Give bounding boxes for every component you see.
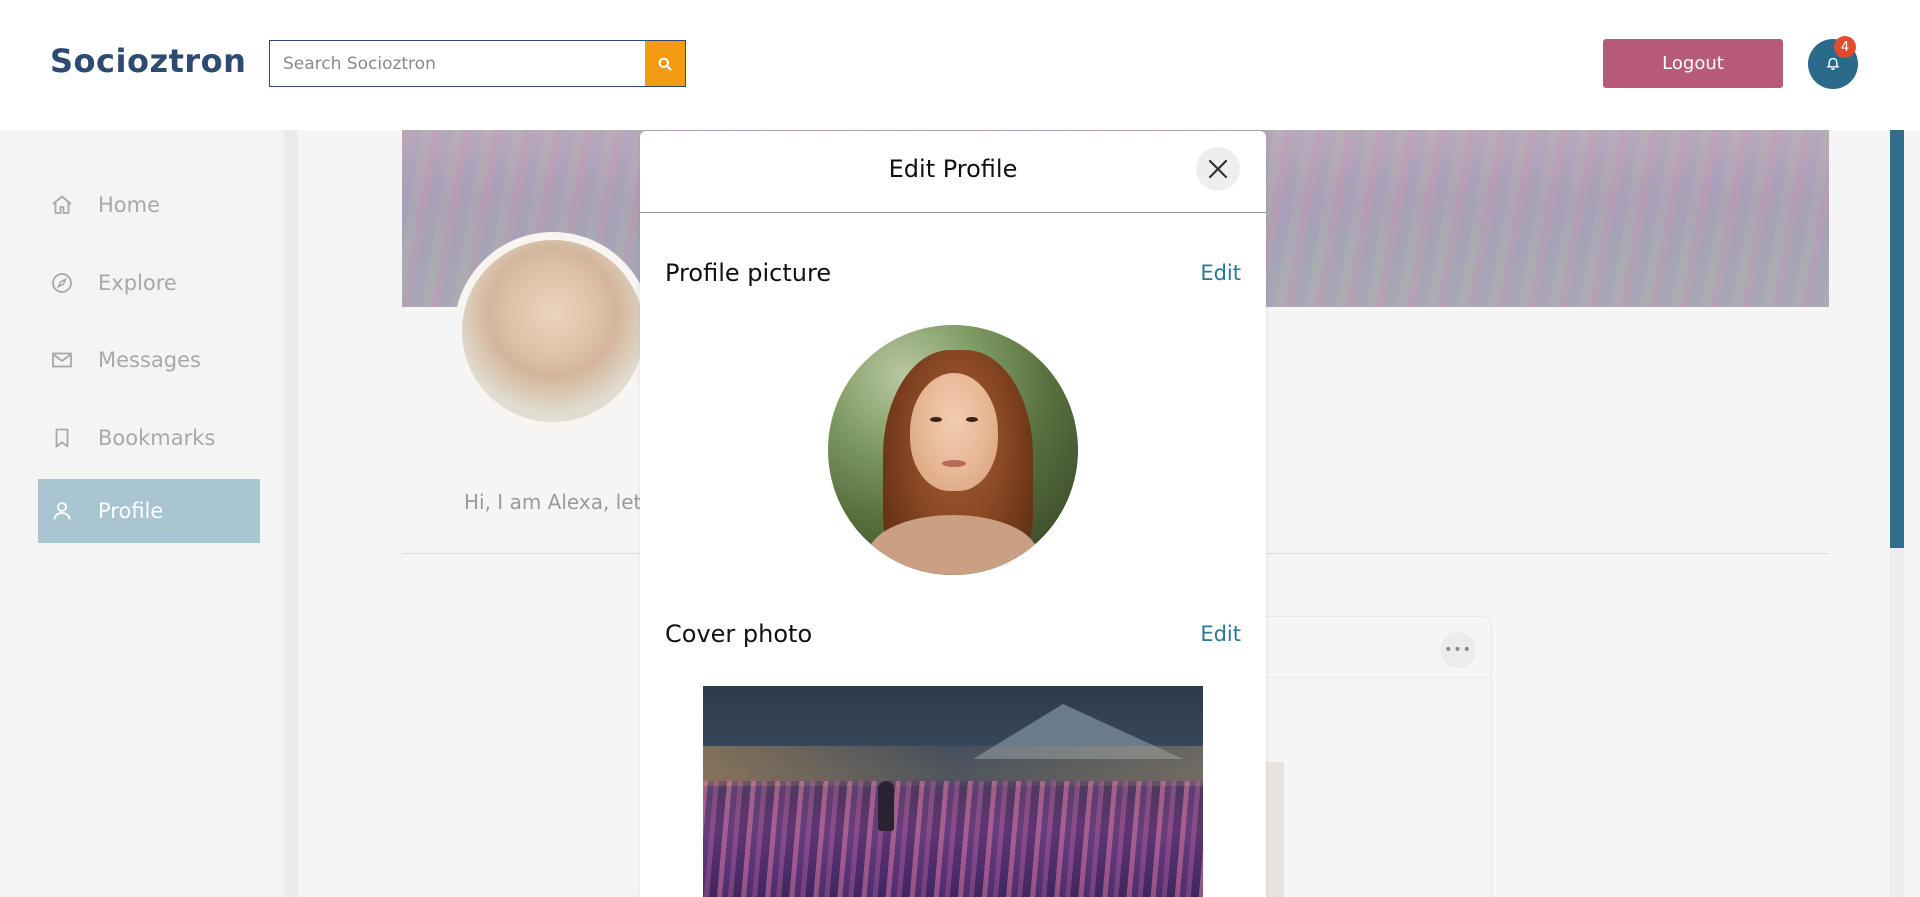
compass-icon bbox=[50, 271, 86, 295]
sidebar-item-messages[interactable]: Messages bbox=[38, 328, 260, 392]
sidebar-item-bookmarks[interactable]: Bookmarks bbox=[38, 406, 260, 470]
top-header: Socioztron Logout 4 bbox=[0, 0, 1920, 130]
bell-icon bbox=[1826, 57, 1840, 70]
scrollbar-thumb[interactable] bbox=[1890, 130, 1904, 548]
user-icon bbox=[50, 499, 86, 523]
post-more-options-button[interactable]: ••• bbox=[1440, 632, 1476, 668]
sidebar-item-home[interactable]: Home bbox=[38, 173, 260, 237]
profile-avatar bbox=[454, 232, 652, 430]
modal-header: Edit Profile bbox=[640, 131, 1266, 213]
profile-picture-preview bbox=[828, 325, 1078, 575]
sidebar-item-profile[interactable]: Profile bbox=[38, 479, 260, 543]
sidebar: Home Explore Messages Bookmarks Profile bbox=[0, 130, 298, 897]
edit-cover-photo-link[interactable]: Edit bbox=[1200, 622, 1241, 646]
search-input[interactable] bbox=[270, 41, 645, 86]
profile-picture-title: Profile picture bbox=[665, 259, 832, 287]
sidebar-item-label: Messages bbox=[98, 348, 201, 372]
sidebar-item-label: Bookmarks bbox=[98, 426, 216, 450]
app-logo[interactable]: Socioztron bbox=[50, 42, 246, 80]
sidebar-item-explore[interactable]: Explore bbox=[38, 251, 260, 315]
search-bar bbox=[269, 40, 686, 87]
home-icon bbox=[50, 193, 86, 217]
notification-count-badge: 4 bbox=[1834, 36, 1856, 58]
search-icon bbox=[658, 57, 672, 71]
bookmark-icon bbox=[50, 426, 86, 450]
close-icon bbox=[1208, 159, 1228, 179]
sidebar-item-label: Profile bbox=[98, 499, 164, 523]
page-scrollbar[interactable] bbox=[1890, 130, 1904, 897]
edit-profile-picture-link[interactable]: Edit bbox=[1200, 261, 1241, 285]
search-button[interactable] bbox=[645, 41, 685, 86]
sidebar-item-label: Home bbox=[98, 193, 161, 217]
modal-title: Edit Profile bbox=[888, 155, 1018, 183]
profile-bio: Hi, I am Alexa, let' bbox=[464, 490, 647, 514]
sidebar-item-label: Explore bbox=[98, 271, 177, 295]
ellipsis-icon: ••• bbox=[1444, 642, 1472, 658]
close-modal-button[interactable] bbox=[1196, 147, 1240, 191]
edit-profile-modal: Edit Profile Profile picture Edit Cover … bbox=[640, 131, 1266, 897]
cover-photo-title: Cover photo bbox=[665, 620, 813, 648]
cover-photo-preview bbox=[703, 686, 1203, 897]
mail-icon bbox=[50, 348, 86, 372]
logout-button[interactable]: Logout bbox=[1603, 39, 1783, 88]
